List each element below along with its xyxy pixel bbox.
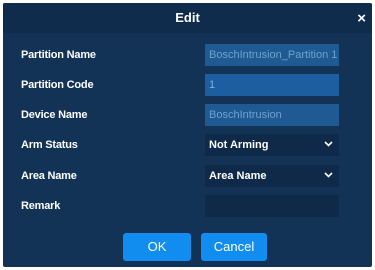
partition-code-label: Partition Code <box>21 79 94 91</box>
edit-dialog: Edit × Partition Name BoschIntrusion_Par… <box>3 3 372 267</box>
device-name-field[interactable]: BoschIntrusion <box>205 104 339 126</box>
dialog-title: Edit <box>175 10 200 25</box>
arm-status-label: Arm Status <box>21 139 78 151</box>
area-name-label: Area Name <box>21 170 77 182</box>
remark-label: Remark <box>21 200 61 212</box>
partition-name-field[interactable]: BoschIntrusion_Partition 1 <box>205 44 339 66</box>
dialog-titlebar: Edit × <box>3 3 372 33</box>
device-name-label: Device Name <box>21 109 88 121</box>
partition-name-label: Partition Name <box>21 49 96 61</box>
area-name-select[interactable]: Area Name <box>205 165 339 187</box>
chevron-down-icon <box>324 165 333 187</box>
ok-button[interactable]: OK <box>123 233 191 261</box>
partition-code-field[interactable]: 1 <box>205 74 339 96</box>
area-name-value: Area Name <box>209 170 267 182</box>
cancel-button[interactable]: Cancel <box>201 233 267 261</box>
close-icon[interactable]: × <box>357 3 366 33</box>
remark-field[interactable] <box>205 195 339 217</box>
chevron-down-icon <box>324 134 333 156</box>
arm-status-select[interactable]: Not Arming <box>205 134 339 156</box>
arm-status-value: Not Arming <box>209 139 269 151</box>
